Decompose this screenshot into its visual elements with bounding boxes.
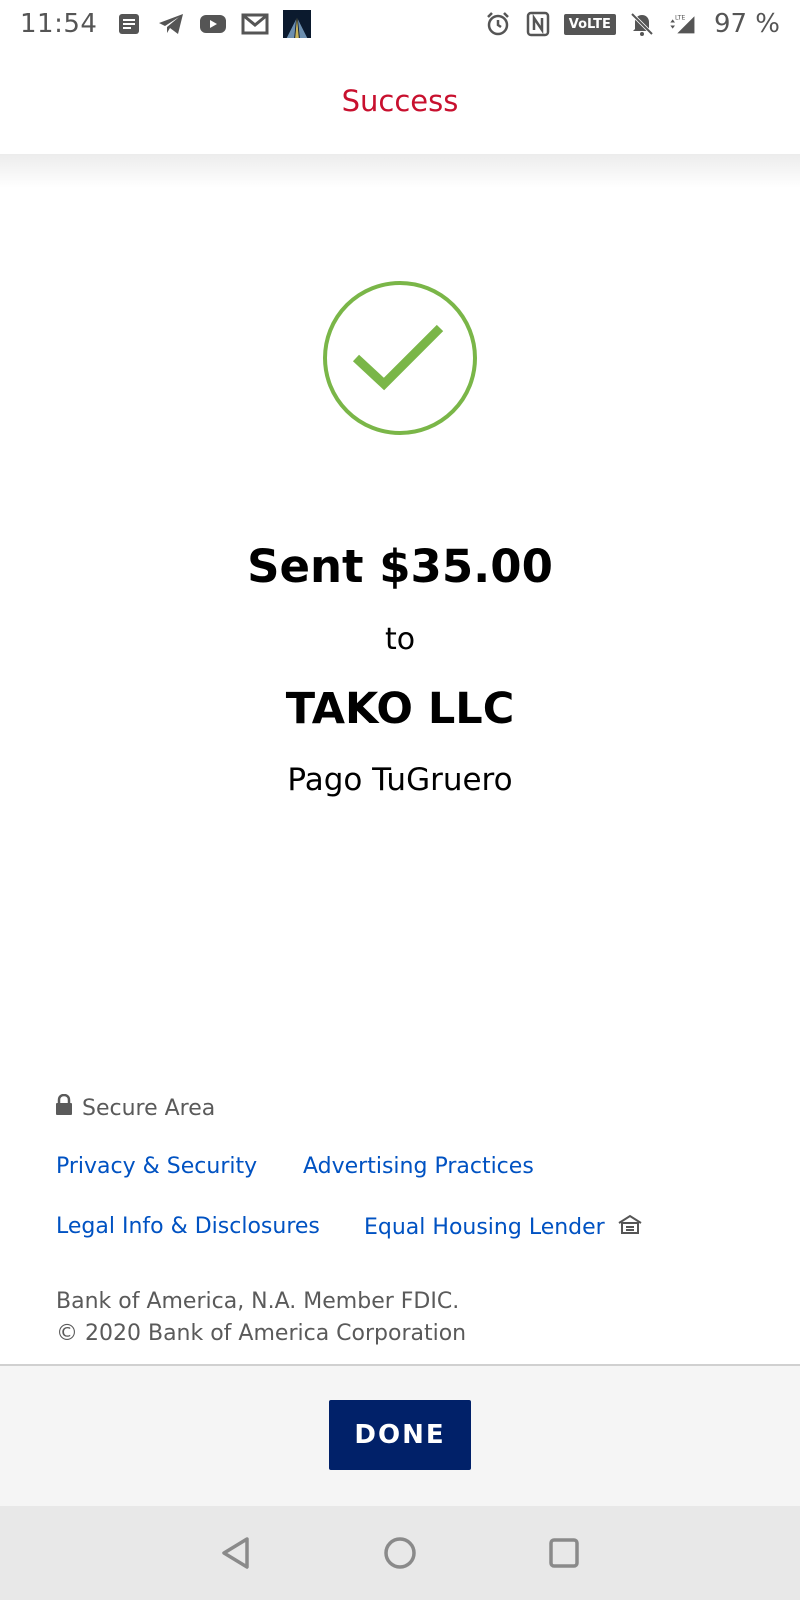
recipient-name: TAKO LLC <box>285 684 515 734</box>
equal-housing-label: Equal Housing Lender <box>364 1214 605 1240</box>
secure-area: Secure Area <box>56 1093 216 1122</box>
sent-amount: Sent $35.00 <box>247 540 553 593</box>
lock-icon <box>56 1093 72 1122</box>
action-bar: DONE <box>0 1364 800 1506</box>
check-circle-icon <box>322 280 478 436</box>
alarm-icon <box>484 10 512 38</box>
done-button[interactable]: DONE <box>329 1400 471 1470</box>
notification-icons <box>115 10 312 38</box>
status-bar: 11:54 VoLTE LTE 97 % <box>0 0 800 48</box>
home-icon[interactable] <box>378 1531 422 1575</box>
recents-icon[interactable] <box>542 1531 586 1575</box>
system-icons: VoLTE LTE 97 % <box>484 9 780 39</box>
mute-icon <box>628 10 656 38</box>
battery-level: 97 % <box>713 9 780 39</box>
equal-housing-lender-link[interactable]: Equal Housing Lender <box>364 1214 643 1240</box>
advertising-practices-link[interactable]: Advertising Practices <box>303 1154 534 1179</box>
legal-disclosures-link[interactable]: Legal Info & Disclosures <box>56 1214 320 1239</box>
notes-icon <box>115 10 143 38</box>
payment-memo: Pago TuGruero <box>287 762 513 798</box>
fdic-line: Bank of America, N.A. Member FDIC. <box>56 1289 460 1314</box>
legal-text: Bank of America, N.A. Member FDIC. © 202… <box>56 1286 466 1350</box>
status-time: 11:54 <box>20 9 98 39</box>
volte-icon: VoLTE <box>563 13 616 35</box>
svg-text:LTE: LTE <box>675 14 685 21</box>
header: Success <box>0 48 800 154</box>
header-shadow <box>0 154 800 188</box>
signal-icon: LTE <box>668 10 696 38</box>
page-title: Success <box>341 84 459 118</box>
secure-area-label: Secure Area <box>82 1095 216 1121</box>
gmail-icon <box>241 10 269 38</box>
copyright-line: © 2020 Bank of America Corporation <box>56 1321 467 1346</box>
equal-housing-icon <box>617 1214 643 1240</box>
app-thumbnail-icon <box>283 10 312 38</box>
privacy-security-link[interactable]: Privacy & Security <box>56 1154 257 1179</box>
back-icon[interactable] <box>214 1531 258 1575</box>
telegram-icon <box>157 10 185 38</box>
system-nav-bar <box>0 1506 800 1600</box>
youtube-icon <box>199 10 227 38</box>
to-label: to <box>384 622 416 657</box>
nfc-icon <box>524 10 552 38</box>
